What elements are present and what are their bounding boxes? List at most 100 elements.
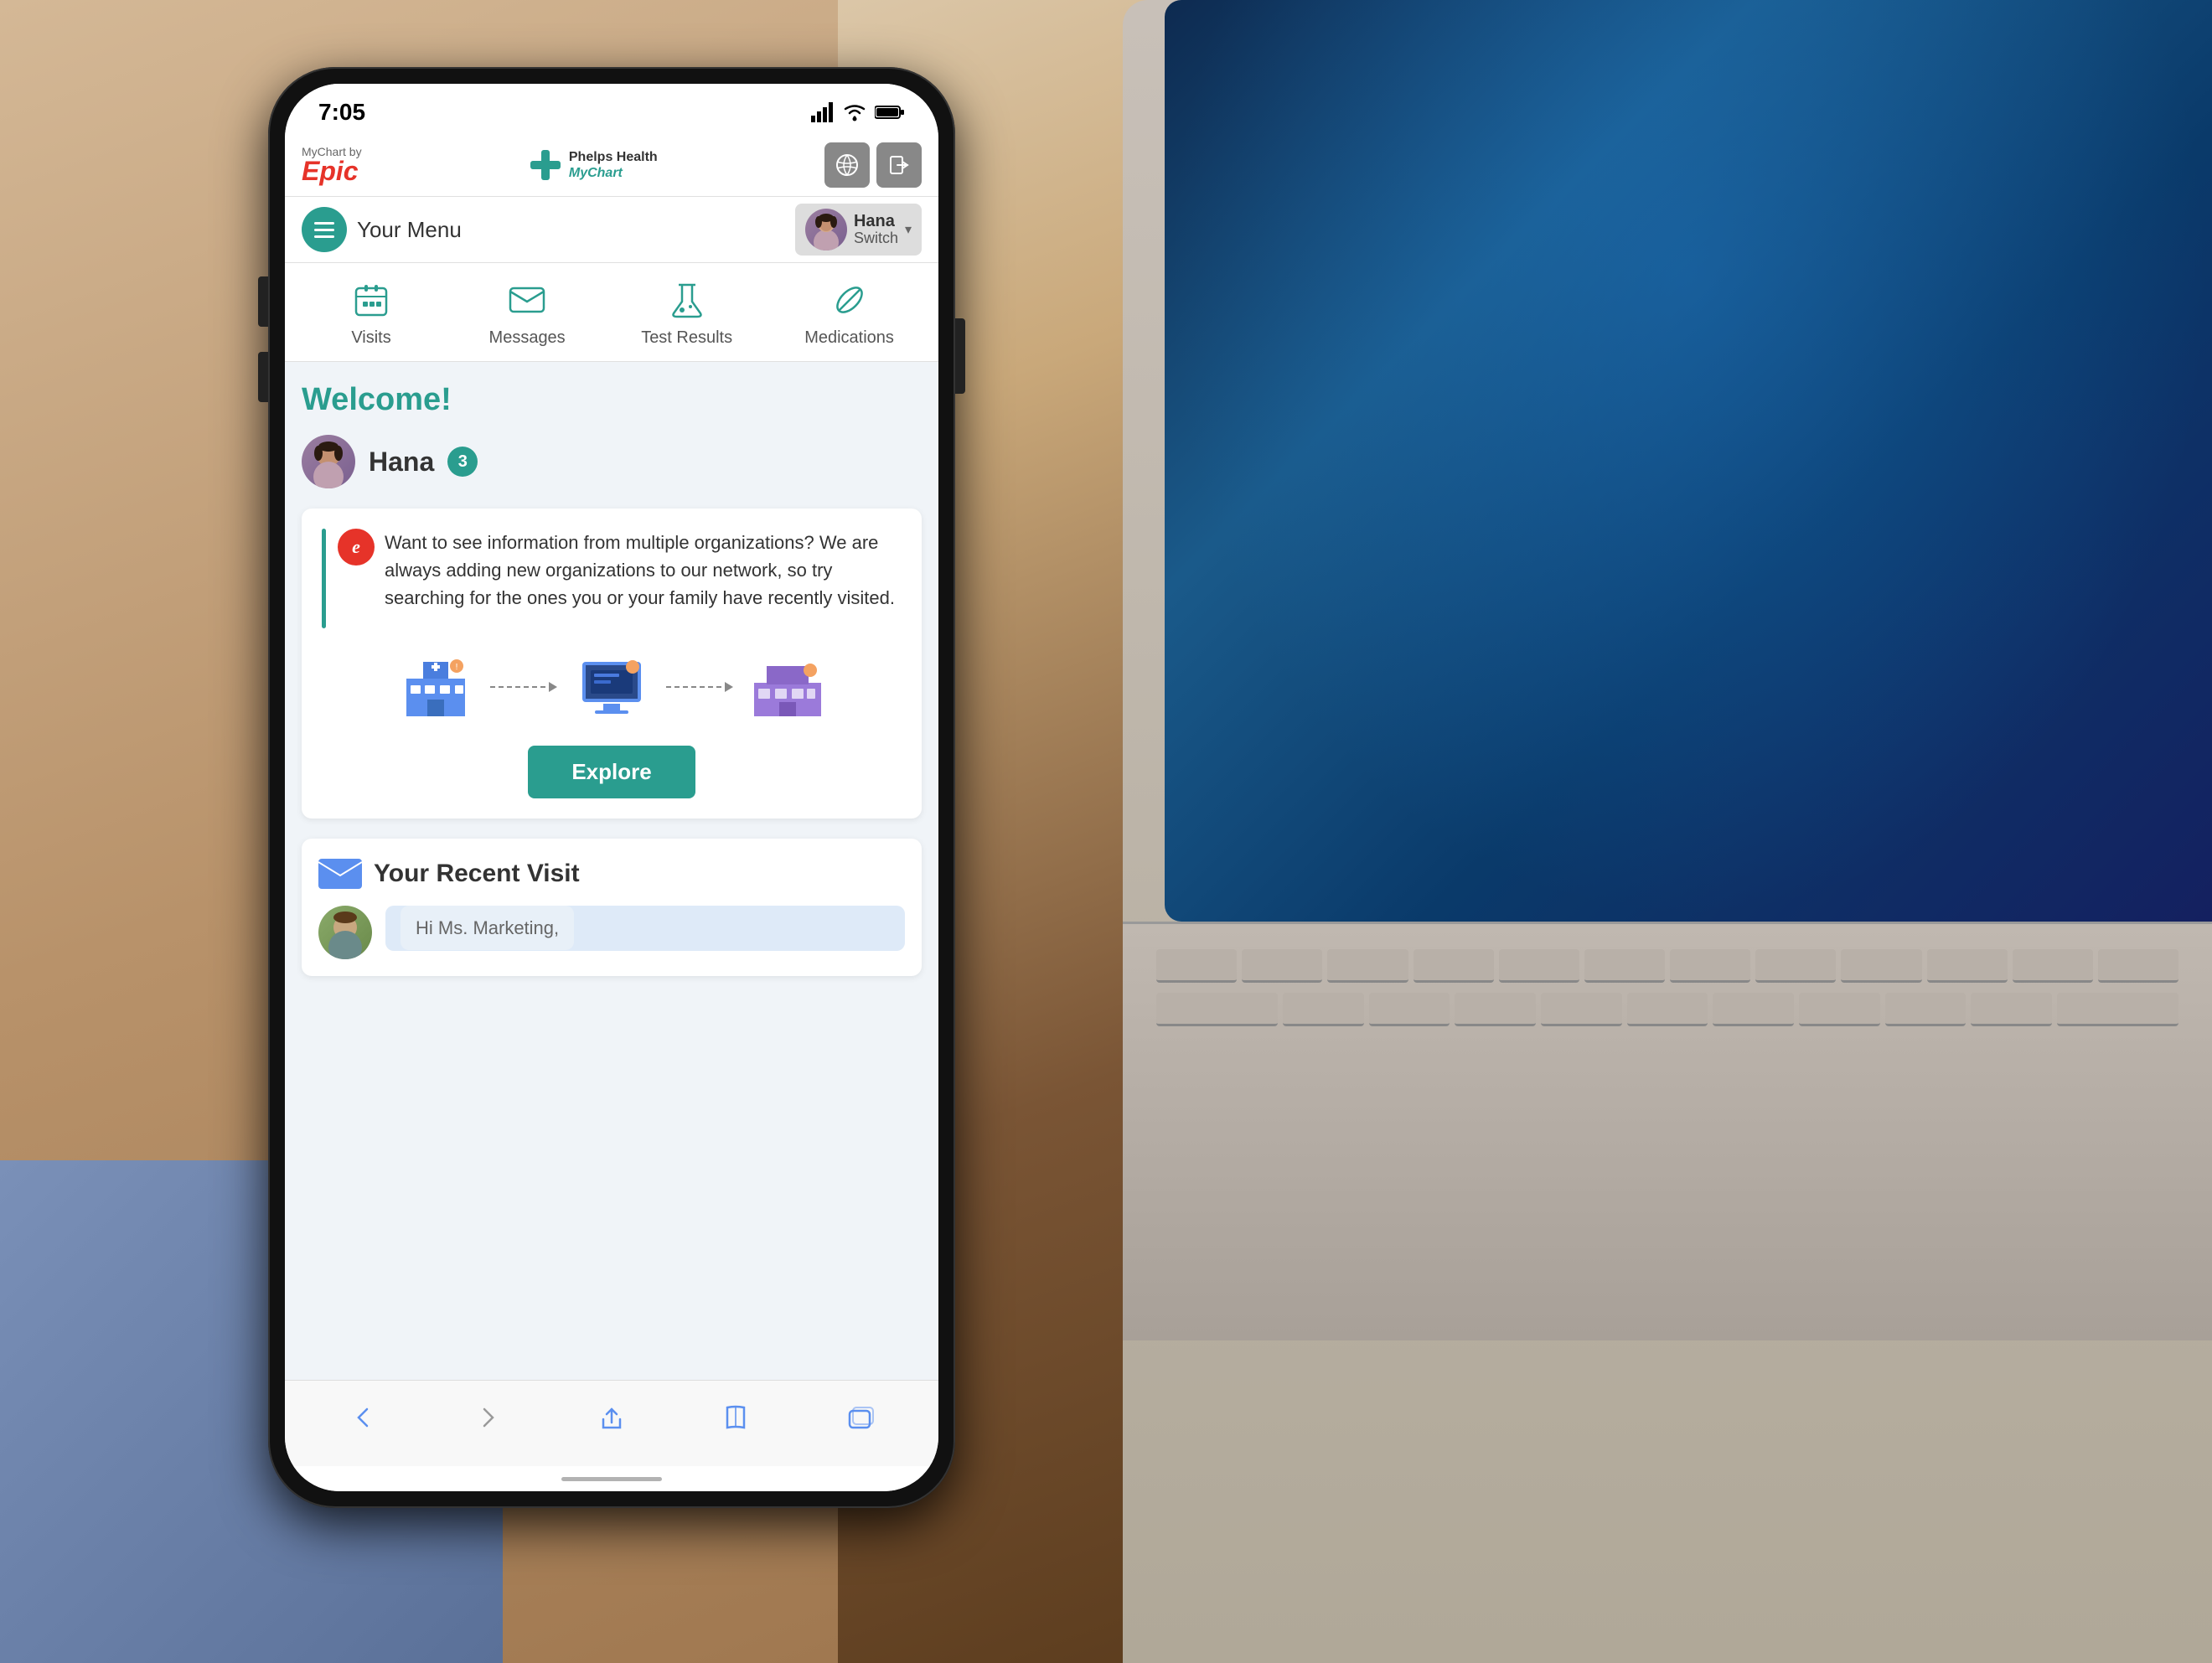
globe-button[interactable] [824, 142, 870, 188]
user-name-last: Switch [854, 230, 898, 247]
phelps-mychart-text: MyChart [569, 165, 658, 181]
key [1242, 949, 1322, 983]
back-icon [349, 1402, 379, 1433]
visits-icon [348, 276, 395, 323]
hamburger-line-1 [314, 222, 334, 225]
user-avatar-header [805, 209, 847, 250]
visit-preview-text: Hi Ms. Marketing, [401, 906, 574, 950]
key [1156, 993, 1278, 1026]
phelps-name: Phelps Health MyChart [569, 149, 658, 181]
status-icons [811, 102, 905, 122]
app-header: MyChart by Epic Phelps Health MyChart [285, 134, 938, 197]
menu-button[interactable]: Your Menu [302, 207, 462, 252]
recent-visit-title: Your Recent Visit [374, 860, 580, 888]
keyboard-row-2 [1156, 993, 2178, 1026]
bottom-nav-bar [285, 1380, 938, 1466]
book-button[interactable] [712, 1394, 759, 1441]
messages-label: Messages [489, 328, 566, 348]
hamburger-line-2 [314, 229, 334, 231]
home-indicator [561, 1477, 662, 1481]
user-row: Hana 3 [302, 435, 922, 488]
user-name-first: Hana [854, 212, 898, 230]
user-row-avatar [302, 435, 355, 488]
key [1369, 993, 1450, 1026]
nav-item-medications[interactable]: Medications [804, 276, 894, 348]
network-illustration: ! [322, 645, 902, 729]
status-time: 7:05 [318, 99, 365, 126]
hamburger-icon [302, 207, 347, 252]
forward-button[interactable] [464, 1394, 511, 1441]
phone-frame: 7:05 [268, 67, 955, 1508]
share-icon [597, 1402, 627, 1433]
key [2098, 949, 2178, 983]
nav-item-test-results[interactable]: Test Results [641, 276, 732, 348]
scene: 7:05 [0, 0, 2212, 1663]
medications-icon [826, 276, 873, 323]
keyboard-area [1123, 922, 2212, 1340]
svg-text:!: ! [456, 663, 458, 672]
key [1584, 949, 1665, 983]
key [1670, 949, 1750, 983]
card-inner: e Want to see information from multiple … [338, 529, 902, 628]
key [1799, 993, 1880, 1026]
test-results-label: Test Results [641, 328, 732, 348]
share-button[interactable] [588, 1394, 635, 1441]
connection-arrows [490, 670, 557, 704]
visit-message-bubble: Hi Ms. Marketing, [385, 906, 905, 951]
visit-envelope-icon [318, 855, 362, 892]
user-profile-button[interactable]: Hana Switch ▾ [795, 204, 922, 256]
epic-logo: MyChart by Epic [302, 146, 362, 184]
back-button[interactable] [340, 1394, 387, 1441]
key [1414, 949, 1494, 983]
forward-icon [473, 1402, 503, 1433]
card-header-row: e Want to see information from multiple … [322, 529, 902, 628]
welcome-title: Welcome! [302, 382, 922, 418]
key [1927, 949, 2008, 983]
screen-glow [1165, 0, 2212, 922]
power-button [955, 318, 965, 394]
home-indicator-area [285, 1466, 938, 1491]
visits-label: Visits [351, 328, 390, 348]
messages-icon [504, 276, 550, 323]
medications-label: Medications [804, 328, 894, 348]
dropdown-arrow-icon: ▾ [905, 221, 912, 238]
pill-icon [830, 280, 870, 320]
doctor-avatar [318, 906, 372, 959]
laptop-body [1123, 0, 2212, 1663]
header-right [824, 142, 922, 188]
keyboard-rows [1123, 924, 2212, 1051]
main-content: Welcome! [285, 362, 938, 1380]
key [1156, 949, 1237, 983]
volume-button-down [258, 352, 268, 402]
phone-inner: 7:05 [285, 84, 938, 1491]
doctor-face-icon [318, 906, 372, 959]
globe-icon [835, 153, 859, 177]
phelps-cross-icon [529, 148, 562, 182]
volume-button-up [258, 276, 268, 327]
key [1541, 993, 1622, 1026]
building-icon-2 [750, 653, 825, 720]
user-row-name: Hana [369, 447, 434, 478]
battery-icon [875, 104, 905, 121]
tabs-button[interactable] [836, 1394, 883, 1441]
key [1841, 949, 1921, 983]
key [1327, 949, 1408, 983]
calendar-icon [351, 280, 391, 320]
epic-brand-text: Epic [302, 158, 359, 184]
card-content: e Want to see information from multiple … [338, 529, 902, 628]
key [2057, 993, 2178, 1026]
epic-e-icon: e [338, 529, 375, 566]
nav-item-visits[interactable]: Visits [329, 276, 413, 348]
menu-label: Your Menu [357, 217, 462, 243]
quick-nav: Visits Messages [285, 263, 938, 362]
logout-button[interactable] [876, 142, 922, 188]
key [1971, 993, 2052, 1026]
explore-button[interactable]: Explore [528, 746, 695, 798]
key [1283, 993, 1364, 1026]
phone-screen: 7:05 [285, 84, 938, 1491]
section-header: Your Recent Visit [318, 855, 905, 892]
connection-arrows-2 [666, 670, 733, 704]
envelope-icon [507, 280, 547, 320]
nav-item-messages[interactable]: Messages [485, 276, 569, 348]
key [1885, 993, 1967, 1026]
